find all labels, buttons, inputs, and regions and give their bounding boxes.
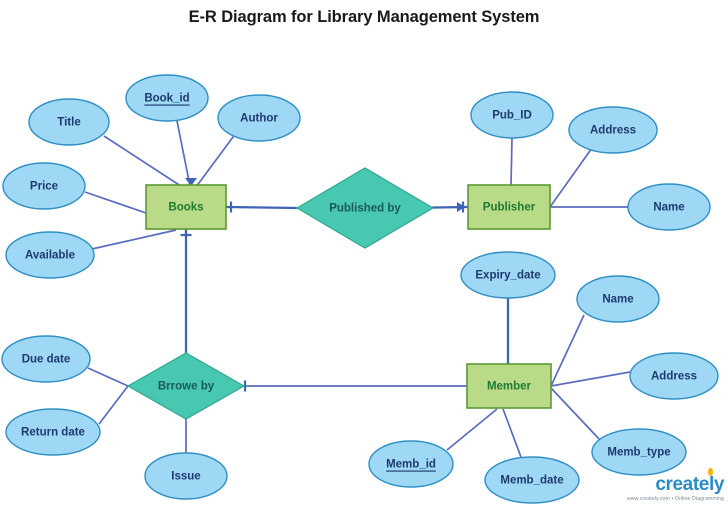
attribute-label: Title: [57, 117, 80, 129]
connector-brrowe-due_date: [87, 367, 129, 387]
attribute-label: Author: [240, 113, 278, 125]
attribute-return_date[interactable]: Return date: [5, 408, 101, 456]
relationship-label: Brrowe by: [158, 381, 215, 393]
attribute-memb_type[interactable]: Memb_type: [591, 428, 687, 476]
creately-logo-part2: el: [698, 474, 714, 495]
connector-member-memb_date: [502, 408, 522, 458]
connector-books-price: [84, 191, 147, 214]
creately-logo-text: creately: [655, 468, 725, 495]
attribute-label: Price: [30, 181, 58, 193]
entity-member[interactable]: Member: [466, 363, 552, 409]
connector-member-address: [550, 371, 631, 387]
attribute-label: Return date: [21, 427, 85, 439]
attribute-title[interactable]: Title: [28, 98, 110, 146]
attribute-author[interactable]: Author: [217, 94, 301, 142]
attribute-expiry_date[interactable]: Expiry_date: [460, 251, 556, 299]
attribute-pub_id[interactable]: Pub_ID: [470, 91, 554, 139]
attribute-label-primary-key: Book_id: [144, 93, 189, 105]
creately-logo-part1: creat: [655, 474, 699, 495]
relationship-brrowe_by[interactable]: Brrowe by: [126, 352, 246, 420]
creately-watermark: creately www.creately.com • Online Diagr…: [626, 468, 725, 502]
cardinality-ticks-layer: [180, 201, 465, 392]
attribute-label: Available: [25, 250, 75, 262]
attribute-label: Name: [653, 202, 684, 214]
creately-logo-part3: y: [713, 474, 725, 495]
attribute-memb_date[interactable]: Memb_date: [484, 456, 580, 504]
attribute-label: Address: [590, 125, 636, 137]
attribute-pub_address[interactable]: Address: [568, 106, 658, 154]
connector-member-memb_id: [446, 408, 498, 451]
attribute-issue[interactable]: Issue: [144, 452, 228, 500]
attribute-mem_address[interactable]: Address: [629, 352, 719, 400]
er-diagram-canvas: Published by Brrowe by Books Publisher Memb…: [1, 74, 719, 504]
entity-publisher[interactable]: Publisher: [467, 184, 551, 230]
connector-books-published_by: [225, 205, 298, 210]
attribute-mem_name[interactable]: Name: [576, 275, 660, 323]
entity-label: Books: [168, 202, 203, 214]
connector-member-name: [550, 314, 585, 387]
attribute-label: Pub_ID: [492, 110, 532, 122]
connector-books-author: [192, 132, 237, 192]
relationship-label: Published by: [329, 203, 401, 215]
connector-books-title: [103, 135, 191, 193]
attribute-label: Due date: [22, 354, 71, 366]
entity-books[interactable]: Books: [145, 184, 227, 230]
connector-pub-pub_id: [510, 137, 513, 186]
attribute-label: Issue: [171, 471, 200, 483]
connector-pub-address: [549, 147, 593, 208]
attribute-label: Address: [651, 371, 697, 383]
attribute-memb_id[interactable]: Memb_id: [368, 440, 454, 488]
attribute-label: Memb_date: [500, 475, 563, 487]
attribute-label-primary-key: Memb_id: [386, 459, 436, 471]
flame-icon: [707, 468, 713, 476]
attribute-label: Name: [602, 294, 633, 306]
entity-label: Member: [487, 381, 532, 393]
connector-books-available: [91, 229, 177, 250]
connector-brrowe-return_date: [98, 385, 129, 425]
attribute-label: Expiry_date: [475, 270, 540, 282]
attribute-label: Memb_type: [607, 447, 670, 459]
relationship-published_by[interactable]: Published by: [295, 167, 435, 249]
entity-label: Publisher: [483, 202, 536, 214]
attribute-due_date[interactable]: Due date: [1, 335, 91, 383]
attribute-price[interactable]: Price: [2, 162, 86, 210]
connector-member-memb_type: [550, 387, 601, 441]
attribute-pub_name[interactable]: Name: [627, 183, 711, 231]
creately-tagline: www.creately.com • Online Diagramming: [626, 496, 724, 502]
attribute-book_id[interactable]: Book_id: [125, 74, 209, 122]
attribute-available[interactable]: Available: [5, 231, 95, 279]
